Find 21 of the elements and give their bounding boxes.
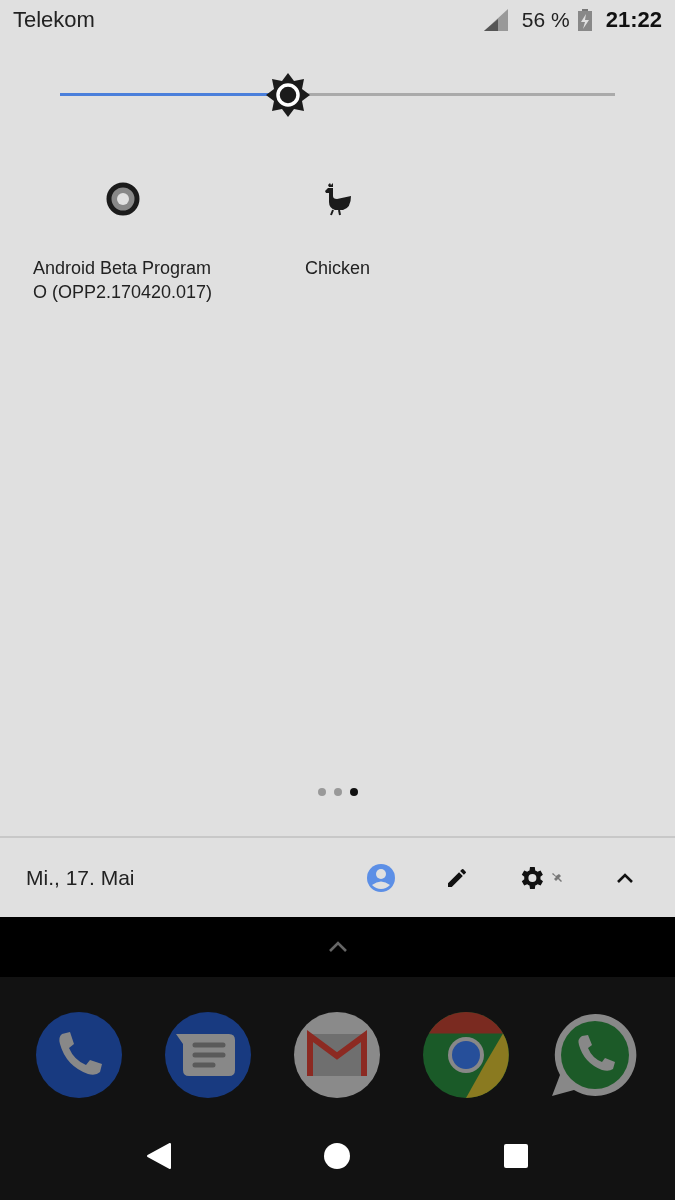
recents-icon[interactable] <box>503 1143 530 1169</box>
ring-icon <box>105 182 140 216</box>
signal-icon <box>483 9 508 31</box>
battery-icon <box>577 9 592 31</box>
chat-icon[interactable] <box>552 1011 638 1098</box>
date: Mi., 17. Mai <box>26 865 135 890</box>
brightness-thumb-icon[interactable] <box>265 73 310 117</box>
browser-icon[interactable] <box>423 1011 509 1098</box>
home-icon[interactable] <box>323 1142 352 1170</box>
settings-icon[interactable] <box>519 864 565 891</box>
back-icon[interactable] <box>145 1142 172 1170</box>
clock: 21:22 <box>605 7 662 33</box>
phone-icon[interactable] <box>36 1011 122 1098</box>
message-icon[interactable] <box>165 1011 251 1098</box>
carrier: Telekom <box>13 7 95 33</box>
battery-percent: 56 % <box>521 8 570 32</box>
chicken-icon <box>322 182 353 216</box>
brightness-slider[interactable] <box>60 73 615 117</box>
quick-tile[interactable]: Chicken <box>230 182 445 304</box>
quick-tile[interactable]: Android Beta Program O (OPP2.170420.017) <box>15 182 230 304</box>
mail-icon[interactable] <box>294 1011 380 1098</box>
